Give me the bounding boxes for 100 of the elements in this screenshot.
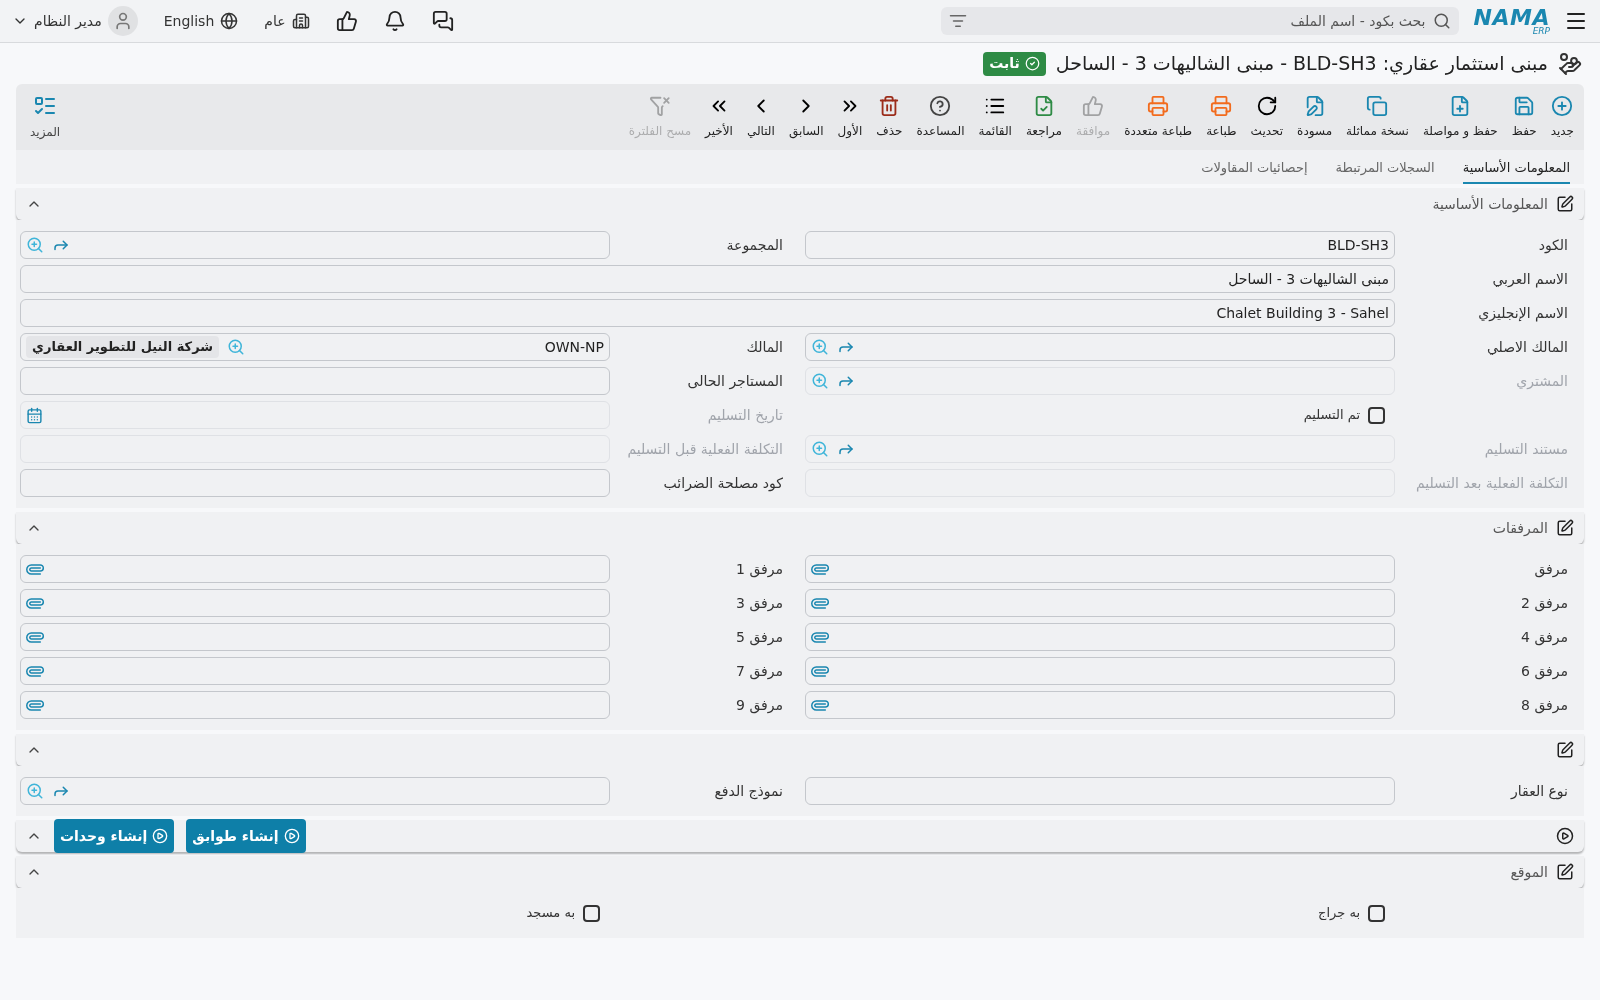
action-button[interactable]: إنشاء وحدات	[54, 819, 175, 853]
printer-icon	[1147, 94, 1170, 117]
input-field[interactable]	[805, 435, 1395, 463]
field-label: المجموعة	[725, 235, 784, 256]
checkbox[interactable]	[583, 904, 600, 922]
field-label: الاسم العربي	[1491, 269, 1569, 290]
field-label: مرفق 4	[1520, 627, 1569, 648]
input-field[interactable]	[805, 367, 1395, 395]
search-icon	[1433, 12, 1452, 30]
input-field[interactable]	[20, 555, 610, 583]
input-field[interactable]	[805, 589, 1395, 617]
search-plus-icon[interactable]	[811, 338, 829, 356]
building-icon	[291, 12, 310, 30]
input-field[interactable]	[20, 367, 610, 395]
play-circle-icon	[283, 828, 300, 844]
copy-icon	[1366, 94, 1389, 117]
toolbar-button[interactable]: نسخة مماثلة	[1344, 94, 1411, 140]
field-label: التكلفة الفعلية قبل التسليم	[626, 439, 784, 460]
toolbar-button[interactable]: جديد	[1548, 94, 1576, 140]
tab[interactable]: المعلومات الأساسية	[1462, 157, 1570, 184]
input-field[interactable]	[805, 623, 1395, 651]
trash-icon	[878, 94, 901, 117]
section-title: المعلومات الأساسية	[1432, 194, 1548, 215]
owner-name-chip: شركة النيل للتطوير العقاري	[26, 336, 220, 358]
toolbar-button[interactable]: حذف	[874, 94, 905, 140]
toolbar-button[interactable]: التالي	[744, 94, 777, 140]
toolbar-button[interactable]: مراجعة	[1023, 94, 1064, 140]
help-icon	[929, 94, 952, 117]
input-field[interactable]	[20, 469, 610, 497]
toolbar-button[interactable]: مسودة	[1295, 94, 1335, 140]
play-circle-icon	[1556, 827, 1574, 845]
checkbox[interactable]	[1368, 406, 1385, 424]
input-field[interactable]	[20, 401, 610, 429]
search-plus-icon[interactable]	[26, 236, 44, 254]
search-plus-icon[interactable]	[811, 440, 829, 458]
field-label: المالك الاصلي	[1485, 337, 1569, 357]
toolbar-button[interactable]: السابق	[786, 94, 826, 140]
calendar-icon[interactable]	[26, 406, 43, 424]
search-bar[interactable]: بحث بكود - اسم الملف	[941, 7, 1460, 35]
input-field[interactable]	[20, 589, 610, 617]
more-button[interactable]: المزيد	[24, 93, 67, 141]
filter-icon[interactable]	[949, 12, 968, 30]
filter-x-icon	[648, 94, 671, 117]
search-plus-icon[interactable]	[26, 782, 44, 800]
field-label: الاسم الإنجليزي	[1477, 303, 1569, 324]
search-plus-icon[interactable]	[811, 372, 829, 390]
field-label: مرفق 3	[735, 593, 784, 614]
checkbox[interactable]	[1368, 904, 1385, 922]
toolbar-button[interactable]: المساعدة	[914, 94, 967, 140]
language-button[interactable]: English	[163, 10, 239, 32]
input-field[interactable]	[20, 231, 610, 259]
input-field[interactable]	[805, 691, 1395, 719]
checkbox-label: به مسجد	[526, 904, 575, 923]
section-title: المرفقات	[1492, 518, 1548, 538]
toolbar-button[interactable]: الأخير	[703, 94, 735, 140]
input-field[interactable]	[20, 691, 610, 719]
status-badge: ثابت	[983, 51, 1046, 76]
input-field[interactable]	[805, 333, 1395, 361]
chat-icon[interactable]	[431, 10, 454, 32]
edit-icon	[1556, 741, 1574, 759]
input-field[interactable]	[805, 657, 1395, 685]
toolbar-button[interactable]: طباعة متعددة	[1122, 94, 1195, 140]
field-label: مرفق 5	[735, 627, 784, 648]
search-plus-icon[interactable]	[227, 338, 246, 356]
toolbar-button[interactable]: طباعة	[1204, 94, 1239, 140]
tab[interactable]: إحصائيات المقاولات	[1201, 157, 1308, 184]
toolbar-button[interactable]: القائمة	[976, 94, 1014, 140]
action-button[interactable]: إنشاء طوابق	[186, 819, 306, 853]
toolbar-button[interactable]: حفظ	[1509, 94, 1539, 140]
input-field[interactable]	[805, 555, 1395, 583]
search-field[interactable]: بحث بكود - اسم الملف	[975, 10, 1426, 32]
input-field[interactable]	[20, 623, 610, 651]
notification-icon[interactable]	[383, 10, 406, 32]
field-label: مستند التسليم	[1483, 439, 1569, 460]
field-label: المشتري	[1515, 371, 1569, 392]
hand-coins-icon	[1558, 51, 1582, 76]
input-field[interactable]: Chalet Building 3 - Sahel	[20, 299, 1395, 327]
refresh-icon	[1255, 94, 1278, 117]
toolbar-button[interactable]: الأول	[835, 94, 865, 140]
field-label: مرفق 6	[1520, 661, 1569, 682]
section-title: الموقع	[1510, 862, 1548, 883]
user-menu[interactable]: مدير النظام	[12, 6, 138, 36]
edit-icon	[1556, 863, 1574, 881]
input-field[interactable]	[20, 777, 610, 805]
save-icon	[1513, 94, 1536, 117]
branch-button[interactable]: عام	[264, 10, 310, 32]
thumbs-up-icon[interactable]	[335, 10, 358, 32]
input-field[interactable]	[805, 777, 1395, 805]
toolbar-button[interactable]: حفظ و مواصلة	[1420, 94, 1500, 140]
edit-icon	[1556, 519, 1574, 537]
toolbar-button[interactable]: تحديث	[1248, 94, 1286, 140]
logo: NAMA ERP	[1473, 6, 1550, 36]
printer-icon	[1210, 94, 1233, 117]
globe-icon	[220, 12, 239, 30]
field-label: الكود	[1537, 235, 1569, 256]
input-field[interactable]: مبنى الشاليهات 3 - الساحل	[20, 265, 1395, 293]
field-label: المالك	[745, 337, 784, 357]
tab[interactable]: السجلات المرتبطة	[1335, 157, 1435, 184]
input-field[interactable]	[20, 657, 610, 685]
input-field[interactable]: BLD-SH3	[805, 231, 1395, 259]
